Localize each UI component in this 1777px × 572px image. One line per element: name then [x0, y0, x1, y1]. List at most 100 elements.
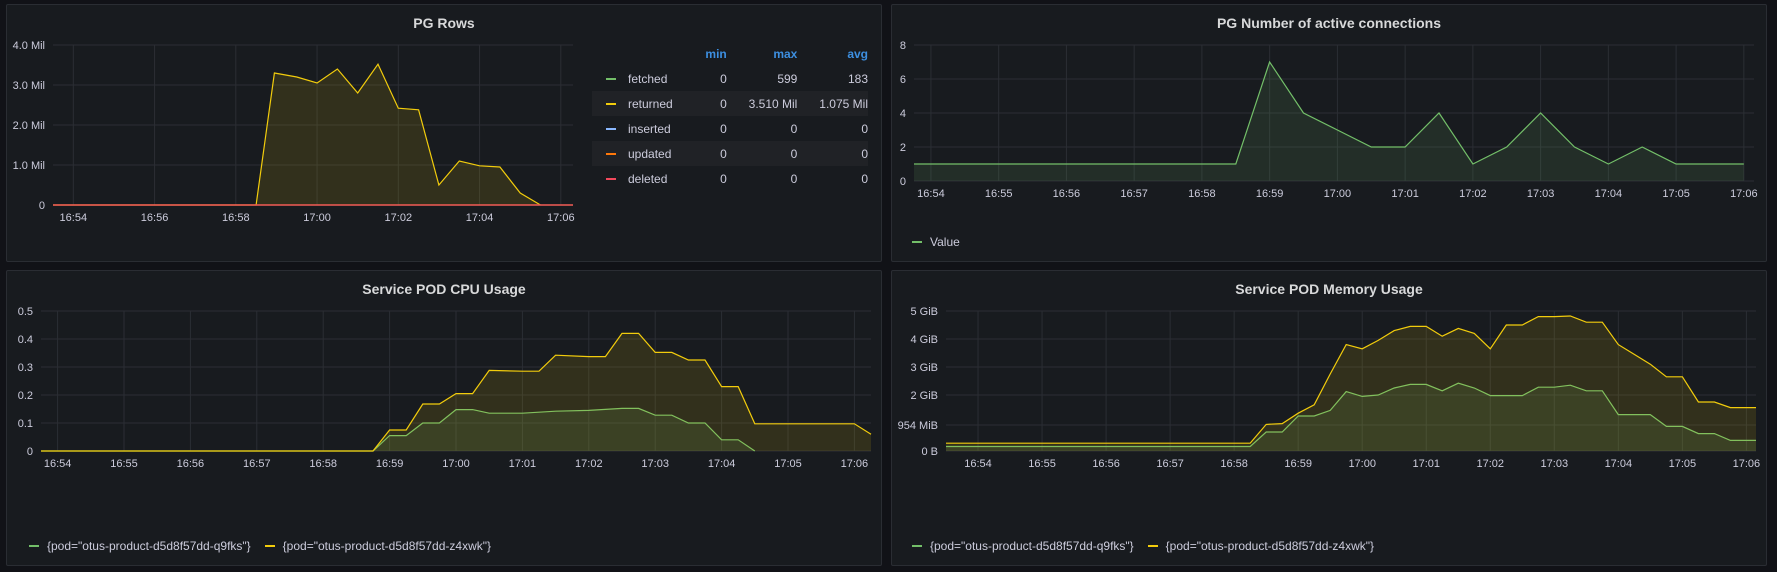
series-value[interactable] [913, 60, 1744, 181]
x-tick-label: 16:58 [309, 458, 337, 470]
y-tick-label: 8 [900, 40, 906, 52]
legend-swatch [606, 128, 616, 131]
x-tick-label: 17:04 [1595, 188, 1623, 200]
x-tick-label: 17:03 [641, 458, 669, 470]
legend-label: Value [930, 235, 960, 249]
x-tick-label: 17:04 [1605, 458, 1633, 470]
legend-max-value: 0 [790, 121, 798, 136]
x-tick-label: 17:06 [1730, 188, 1758, 200]
x-tick-label: 16:57 [1120, 188, 1148, 200]
x-tick-label: 16:58 [1220, 458, 1248, 470]
x-tick-label: 17:00 [1348, 458, 1376, 470]
legend-min-value: 0 [720, 71, 727, 86]
x-tick-label: 17:05 [1662, 188, 1690, 200]
legend-min-value: 0 [720, 171, 727, 186]
series--pod-otus-product-d5d8f57dd-z4xwk-[interactable] [945, 315, 1757, 451]
legend-label: updated [628, 146, 672, 161]
legend-row-inserted[interactable]: inserted 0 0 0 [592, 116, 868, 141]
y-tick-label: 5 GiB [910, 306, 938, 318]
y-tick-label: 1.0 Mil [13, 160, 45, 172]
y-tick-label: 2 [900, 142, 906, 154]
y-tick-label: 3.0 Mil [13, 80, 45, 92]
x-tick-label: 17:05 [774, 458, 802, 470]
y-tick-label: 3 GiB [910, 362, 938, 374]
legend-header-avg[interactable]: avg [797, 41, 868, 66]
cpu-usage-chart[interactable]: 0 0.1 0.2 0.3 0.4 0.5 16:54 16:55 16:56 16:57 16:5… [7, 271, 881, 536]
x-tick-label: 17:04 [466, 212, 494, 224]
y-tick-label: 0 [900, 176, 906, 188]
x-tick-label: 17:03 [1527, 188, 1555, 200]
x-tick-label: 16:59 [1284, 458, 1312, 470]
legend-swatch [606, 178, 616, 181]
legend-label: {pod="otus-product-d5d8f57dd-z4xwk"} [282, 539, 491, 553]
legend-avg-value: 0 [861, 171, 868, 186]
x-tick-label: 16:57 [243, 458, 271, 470]
legend-max-value: 0 [790, 171, 798, 186]
y-tick-label: 0 [27, 446, 33, 458]
memory-usage-legend: {pod="otus-product-d5d8f57dd-q9fks"} {pod… [912, 539, 1374, 553]
legend-item[interactable]: {pod="otus-product-d5d8f57dd-q9fks"} [29, 539, 251, 553]
legend-avg-value: 0 [797, 141, 868, 166]
pg-rows-chart[interactable]: 0 1.0 Mil 2.0 Mil 3.0 Mil 4.0 Mil 16:54 16:56 1… [7, 5, 583, 255]
legend-header-max[interactable]: max [727, 41, 797, 66]
pg-connections-legend: Value [912, 235, 960, 249]
x-tick-label: 17:00 [303, 212, 331, 224]
legend-name-cell: inserted [592, 116, 689, 141]
cpu-usage-legend: {pod="otus-product-d5d8f57dd-q9fks"} {pod… [29, 539, 491, 553]
legend-row-fetched[interactable]: fetched 0 599 183 [592, 66, 868, 91]
legend-row-updated[interactable]: updated 0 0 0 [592, 141, 868, 166]
x-tick-label: 16:54 [917, 188, 945, 200]
legend-label: {pod="otus-product-d5d8f57dd-z4xwk"} [1165, 539, 1374, 553]
legend-swatch [606, 153, 616, 156]
x-tick-label: 16:58 [222, 212, 250, 224]
series-area [914, 62, 1744, 181]
legend-name-cell: deleted [592, 166, 689, 191]
legend-max-value: 0 [726, 141, 798, 166]
pg-connections-chart[interactable]: 0 2 4 6 8 16:54 16:55 16:56 16:57 16:58 16:59 17:00… [892, 5, 1766, 233]
y-tick-label: 0.3 [18, 362, 33, 374]
x-tick-label: 17:03 [1541, 458, 1569, 470]
legend-swatch [606, 103, 616, 106]
x-tick-label: 17:00 [442, 458, 470, 470]
legend-item[interactable]: {pod="otus-product-d5d8f57dd-q9fks"} [912, 539, 1134, 553]
legend-swatch [912, 241, 922, 243]
legend-label: deleted [628, 171, 668, 186]
x-tick-label: 17:06 [841, 458, 869, 470]
series-area [946, 316, 1756, 451]
y-tick-label: 0.4 [18, 334, 33, 346]
x-tick-label: 16:55 [985, 188, 1013, 200]
legend-label: returned [628, 96, 673, 111]
legend-label: inserted [628, 121, 671, 136]
legend-row-deleted[interactable]: deleted 0 0 0 [592, 166, 868, 191]
legend-item[interactable]: {pod="otus-product-d5d8f57dd-z4xwk"} [1147, 539, 1374, 553]
cpu-usage-panel: Service POD CPU Usage 0 0.1 0.2 0.3 0.4 0.5 16… [6, 270, 882, 566]
legend-header-min[interactable]: min [689, 41, 726, 66]
memory-usage-panel: Service POD Memory Usage 0 B 954 MiB 2 GiB… [891, 270, 1767, 566]
legend-row-returned[interactable]: returned 0 3.510 Mil 1.075 Mil [592, 91, 868, 116]
legend-item[interactable]: Value [912, 235, 960, 249]
legend-max-value: 599 [777, 71, 798, 86]
y-tick-label: 0.2 [18, 390, 33, 402]
x-tick-label: 17:02 [575, 458, 603, 470]
y-tick-label: 4 GiB [910, 334, 938, 346]
x-tick-label: 16:58 [1188, 188, 1216, 200]
x-tick-label: 16:59 [1256, 188, 1284, 200]
y-tick-label: 0.1 [18, 418, 33, 430]
x-tick-label: 17:01 [509, 458, 537, 470]
y-tick-label: 0.5 [18, 306, 33, 318]
legend-avg-value: 1.075 Mil [797, 91, 868, 116]
pg-rows-legend-table: min max avg fetched 0 599 183 returned 0 3.510… [592, 41, 868, 191]
x-tick-label: 16:56 [177, 458, 205, 470]
x-tick-label: 16:55 [1028, 458, 1056, 470]
legend-label: {pod="otus-product-d5d8f57dd-q9fks"} [930, 539, 1134, 553]
y-tick-label: 4 [900, 108, 906, 120]
y-tick-label: 954 MiB [898, 420, 938, 432]
legend-avg-value: 0 [861, 121, 868, 136]
x-tick-label: 17:02 [385, 212, 413, 224]
legend-item[interactable]: {pod="otus-product-d5d8f57dd-z4xwk"} [264, 539, 491, 553]
x-tick-label: 17:01 [1412, 458, 1440, 470]
memory-usage-chart[interactable]: 0 B 954 MiB 2 GiB 3 GiB 4 GiB 5 GiB 16:54 16:55… [892, 271, 1766, 536]
x-tick-label: 16:56 [141, 212, 169, 224]
legend-swatch [1147, 545, 1158, 547]
y-tick-label: 0 B [921, 446, 938, 458]
